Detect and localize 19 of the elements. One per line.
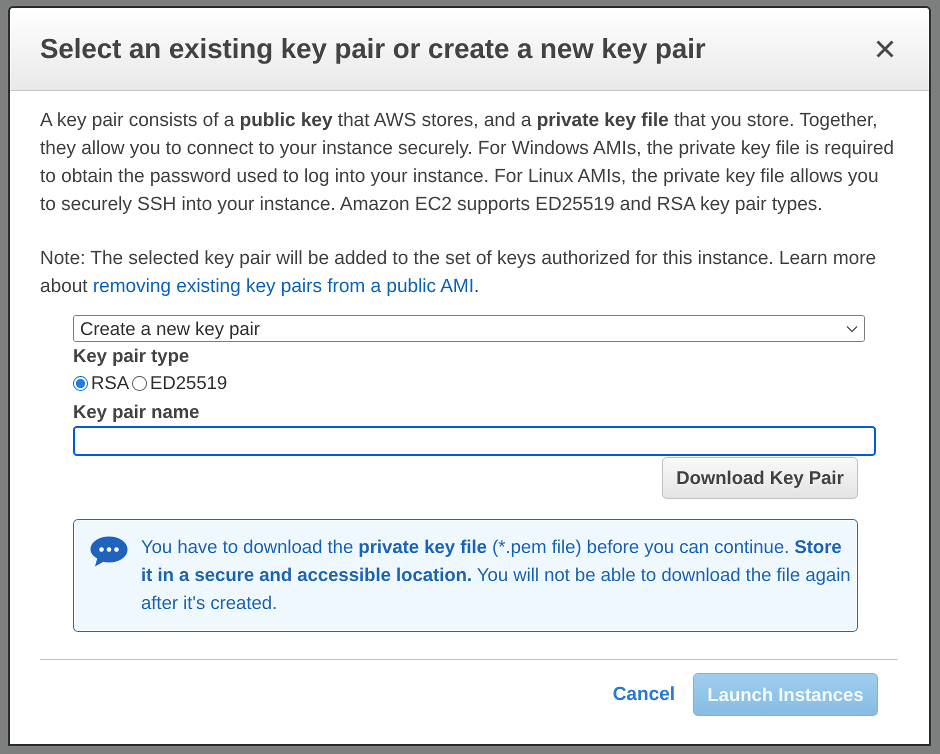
- info-message: You have to download the private key file (*.pem file) before you can continue. Store it in a secure and accessible location. You will not be able to download the file again after it's created.: [141, 535, 851, 615]
- learn-more-link[interactable]: removing existing key pairs from a public AMI: [92, 276, 474, 297]
- note-text: Note: The selected key pair will be added to the set of keys authorized for this instance. Learn more about removing existing key pairs from a public AMI.: [40, 247, 878, 299]
- close-icon: [876, 40, 894, 58]
- field-label: Key pair type: [73, 345, 190, 367]
- intro-text: A key pair consists of a public key that AWS stores, and a private key file that you store. Together, they allow you to connect to your instance securely. For Windows AMIs, the private key file is required to obtain the password used to log into your instance. For Linux AMIs, the private key file allows you to securely SSH into your instance. Amazon EC2 supports ED25519 and RSA key pair types.: [40, 109, 895, 217]
- radio-label: RSA: [91, 372, 130, 394]
- key-pair-name-field[interactable]: [73, 426, 876, 456]
- cancel-link[interactable]: Cancel: [612, 684, 675, 706]
- radio-button[interactable]: [132, 376, 148, 390]
- key-pair-dropdown[interactable]: Create a new key pair: [73, 315, 865, 342]
- radio-button[interactable]: [73, 376, 88, 390]
- download-key-pair-button[interactable]: Download Key Pair: [662, 457, 858, 499]
- close-button[interactable]: [876, 40, 894, 58]
- chat-bubble-icon: [90, 536, 128, 567]
- chevron-down-icon: [846, 324, 858, 332]
- radio-label: ED25519: [150, 372, 228, 394]
- field-label: Key pair name: [73, 401, 200, 423]
- dialog-title: Select an existing key pair or create a new key pair: [40, 32, 706, 66]
